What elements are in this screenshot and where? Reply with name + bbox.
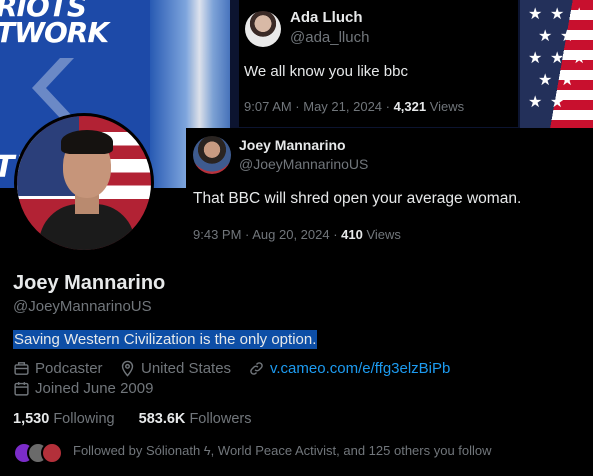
tweet-meta: 9:07 AM · May 21, 2024 · 4,321 Views <box>244 99 464 114</box>
tweet-views-label: Views <box>362 227 401 242</box>
tweet-timestamp[interactable]: 9:07 AM · May 21, 2024 · <box>244 99 394 114</box>
profile-website[interactable]: v.cameo.com/e/ffg3elzBiPb <box>248 360 450 377</box>
banner-wall-text: RIOTS TWORK <box>0 0 109 49</box>
profile-category: Podcaster <box>13 360 103 377</box>
profile-avatar[interactable] <box>14 113 154 253</box>
avatar-hair <box>61 130 113 154</box>
link-icon <box>250 362 263 375</box>
banner-chevron-logo <box>32 58 74 118</box>
quoted-tweet-card[interactable]: Ada Lluch @ada_lluch We all know you lik… <box>239 0 518 127</box>
profile-location-label: United States <box>141 360 232 377</box>
tweet-view-count: 410 <box>341 227 363 242</box>
profile-bio: Saving Western Civilization is the only … <box>13 330 318 349</box>
following-count: 1,530 <box>13 411 50 427</box>
tweet-author-name[interactable]: Ada Lluch <box>290 9 363 26</box>
followers-link[interactable]: 583.6K Followers <box>139 411 252 427</box>
tweet-views-label: Views <box>426 99 465 114</box>
avatar <box>41 442 63 464</box>
tweet-author-handle[interactable]: @JoeyMannarinoUS <box>239 156 368 172</box>
avatar[interactable] <box>193 136 231 174</box>
quoted-tweet-card[interactable]: Joey Mannarino @JoeyMannarinoUS That BBC… <box>186 128 593 252</box>
tweet-author-handle[interactable]: @ada_lluch <box>290 29 369 46</box>
profile-website-link[interactable]: v.cameo.com/e/ffg3elzBiPb <box>270 360 450 377</box>
profile-joined-label: Joined June 2009 <box>35 380 154 397</box>
calendar-icon <box>14 382 29 396</box>
profile-display-name: Joey Mannarino <box>13 272 166 294</box>
followers-count: 583.6K <box>138 411 186 427</box>
tweet-timestamp[interactable]: 9:43 PM · Aug 20, 2024 · <box>193 227 341 242</box>
profile-category-label: Podcaster <box>35 360 103 377</box>
location-pin-icon <box>121 360 134 377</box>
following-link[interactable]: 1,530 Following <box>13 411 115 427</box>
tweet-meta: 9:43 PM · Aug 20, 2024 · 410 Views <box>193 227 401 242</box>
followers-label: Followers <box>189 411 252 427</box>
banner-us-flag: ★ ★ ★ ★ ★ ★ ★ ★ ★ ★ ★ ★ <box>520 0 593 130</box>
tweet-author-name[interactable]: Joey Mannarino <box>239 137 346 153</box>
profile-joined: Joined June 2009 <box>13 380 153 397</box>
profile-location: United States <box>119 360 231 377</box>
briefcase-icon <box>14 362 29 375</box>
profile-handle: @JoeyMannarinoUS <box>13 298 152 315</box>
tweet-text: That BBC will shred open your average wo… <box>193 190 522 207</box>
follow-stats: 1,530 Following 583.6K Followers <box>13 411 251 427</box>
followed-by-text: Followed by Sólionath ϟ, World Peace Act… <box>73 443 492 458</box>
tweet-text: We all know you like bbc <box>244 63 408 80</box>
following-label: Following <box>53 411 115 427</box>
avatar[interactable] <box>245 11 281 47</box>
followed-by-row[interactable]: Followed by Sólionath ϟ, World Peace Act… <box>13 440 593 468</box>
tweet-view-count: 4,321 <box>393 99 427 114</box>
